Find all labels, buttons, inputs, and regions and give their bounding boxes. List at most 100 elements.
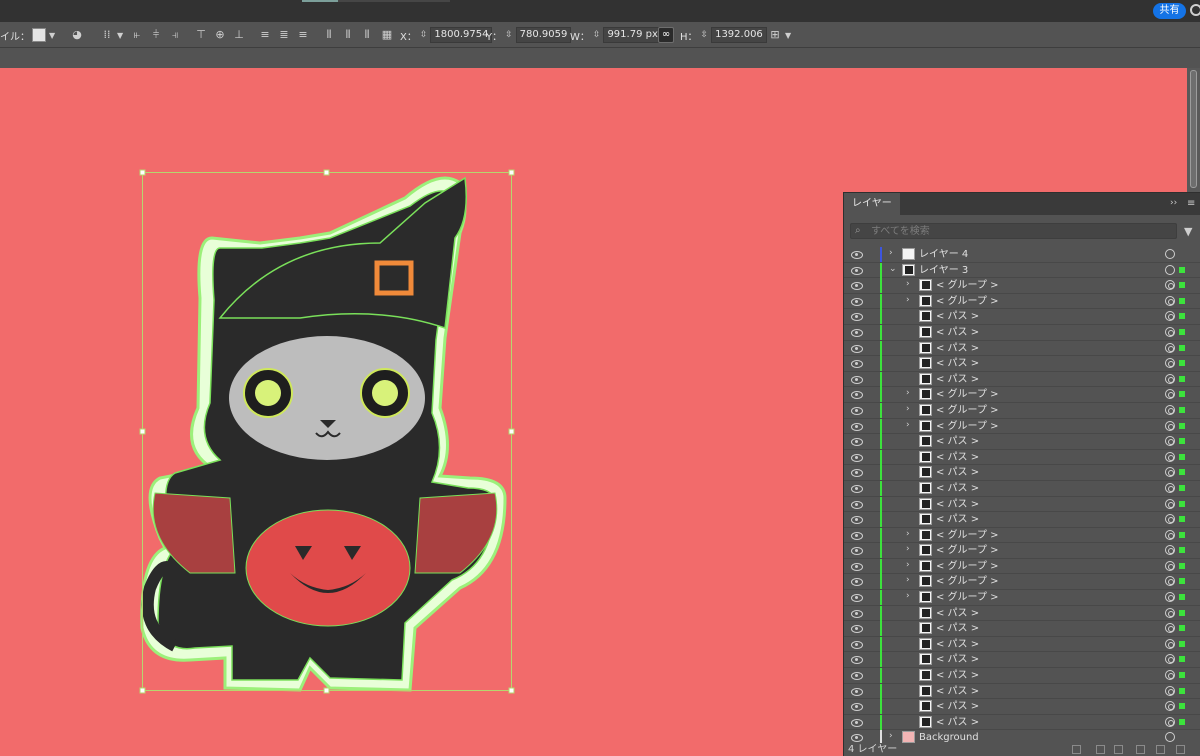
scrollbar-thumb[interactable]: [1190, 70, 1197, 188]
visibility-eye-icon[interactable]: [851, 623, 863, 634]
clipping-mask-icon[interactable]: [1114, 745, 1123, 754]
handle-bottom-left[interactable]: [139, 687, 146, 694]
transform-options[interactable]: ⊞ ▼: [768, 22, 791, 48]
new-sublayer-icon[interactable]: [1136, 745, 1145, 754]
target-circle-icon[interactable]: [1165, 358, 1175, 369]
x-field[interactable]: 1800.9754: [430, 27, 493, 43]
visibility-eye-icon[interactable]: [851, 670, 863, 681]
visibility-eye-icon[interactable]: [851, 327, 863, 337]
visibility-eye-icon[interactable]: [851, 280, 863, 291]
selection-indicator[interactable]: [1179, 328, 1185, 335]
selection-indicator[interactable]: [1179, 313, 1185, 320]
handle-middle-left[interactable]: [139, 428, 146, 435]
layer-row[interactable]: › < グループ >: [844, 278, 1200, 294]
selection-indicator[interactable]: [1179, 406, 1185, 413]
target-circle-icon[interactable]: [1165, 529, 1175, 540]
handle-top-center[interactable]: [323, 169, 330, 176]
target-circle-icon[interactable]: [1165, 342, 1175, 353]
expand-arrow-icon[interactable]: ›: [889, 731, 893, 741]
layer-row[interactable]: < パス >: [844, 324, 1200, 341]
reference-grid-icon[interactable]: ▦: [380, 28, 394, 42]
expand-arrow-icon[interactable]: ›: [906, 279, 910, 289]
delete-layer-icon[interactable]: [1176, 745, 1185, 754]
style-swatch[interactable]: [32, 28, 46, 42]
layer-row[interactable]: › < グループ >: [844, 574, 1200, 591]
layer-row[interactable]: › < グループ >: [844, 387, 1200, 403]
target-circle-icon[interactable]: [1165, 654, 1175, 665]
visibility-eye-icon[interactable]: [851, 483, 863, 493]
style-control[interactable]: イル： ▼: [0, 22, 55, 48]
layer-row[interactable]: › < グループ >: [844, 543, 1200, 559]
distribute-vcenter-icon[interactable]: ≣: [277, 28, 291, 42]
visibility-eye-icon[interactable]: [851, 467, 863, 478]
target-circle-icon[interactable]: [1165, 670, 1175, 681]
layer-row[interactable]: < パス >: [844, 668, 1200, 684]
visibility-eye-icon[interactable]: [851, 405, 863, 415]
target-circle-icon[interactable]: [1165, 311, 1175, 322]
expand-arrow-icon[interactable]: ›: [906, 295, 910, 305]
selection-indicator[interactable]: [1179, 734, 1185, 740]
distribute-top-icon[interactable]: ≡: [258, 28, 272, 42]
layer-row[interactable]: < パス >: [844, 496, 1200, 513]
y-stepper-icon[interactable]: ⇳: [505, 30, 513, 40]
selection-indicator[interactable]: [1179, 625, 1185, 632]
h-field[interactable]: 1392.006: [711, 27, 767, 43]
layer-row[interactable]: › < グループ >: [844, 527, 1200, 544]
visibility-eye-icon[interactable]: [851, 249, 863, 259]
target-circle-icon[interactable]: [1165, 623, 1175, 634]
expand-arrow-icon[interactable]: ›: [906, 404, 910, 414]
target-circle-icon[interactable]: [1165, 373, 1175, 384]
new-layer-icon[interactable]: [1156, 745, 1165, 754]
layer-row[interactable]: < パス >: [844, 636, 1200, 653]
y-field[interactable]: 780.9059: [515, 27, 572, 43]
target-circle-icon[interactable]: [1165, 685, 1175, 696]
layer-row[interactable]: › レイヤー 4: [844, 247, 1200, 263]
handle-bottom-center[interactable]: [323, 687, 330, 694]
target-circle-icon[interactable]: [1165, 451, 1175, 462]
visibility-eye-icon[interactable]: [851, 732, 863, 743]
target-circle-icon[interactable]: [1165, 576, 1175, 587]
chevron-down-icon[interactable]: ▼: [49, 31, 55, 40]
selection-indicator[interactable]: [1179, 594, 1185, 601]
align-top-icon[interactable]: ⊤: [194, 28, 208, 42]
grid-dots-icon[interactable]: ⁞⁞: [100, 28, 114, 42]
layer-row[interactable]: › < グループ >: [844, 402, 1200, 419]
tab-layers[interactable]: レイヤー: [844, 193, 900, 215]
recolor-icon[interactable]: ◕: [70, 22, 84, 48]
layer-row[interactable]: ⌄ レイヤー 3: [844, 262, 1200, 279]
target-circle-icon[interactable]: [1165, 295, 1175, 306]
expand-arrow-icon[interactable]: ›: [889, 248, 893, 258]
selection-indicator[interactable]: [1179, 531, 1185, 538]
transform-reference-icon[interactable]: ▦: [380, 22, 394, 48]
layer-search[interactable]: ⌕: [850, 223, 1177, 239]
collapse-arrow-icon[interactable]: ⌄: [889, 264, 897, 274]
target-circle-icon[interactable]: [1165, 420, 1175, 431]
selection-indicator[interactable]: [1179, 484, 1185, 491]
selection-indicator[interactable]: [1179, 672, 1185, 679]
align-left-icon[interactable]: ⫦: [130, 28, 144, 42]
chevron-down-icon[interactable]: ▼: [785, 31, 791, 40]
distribute-bottom-icon[interactable]: ≡: [296, 28, 310, 42]
document-tab-indicator[interactable]: [302, 0, 338, 2]
layer-search-input[interactable]: [871, 224, 1171, 238]
handle-middle-right[interactable]: [508, 428, 515, 435]
target-circle-icon[interactable]: [1165, 607, 1175, 618]
distribute-right-icon[interactable]: ⦀: [360, 28, 374, 42]
transform-icon[interactable]: ⊞: [768, 28, 782, 42]
visibility-eye-icon[interactable]: [851, 530, 863, 540]
link-icon[interactable]: ∞: [658, 27, 674, 43]
selection-indicator[interactable]: [1179, 375, 1185, 382]
target-circle-icon[interactable]: [1165, 716, 1175, 727]
target-circle-icon[interactable]: [1165, 514, 1175, 525]
selection-indicator[interactable]: [1179, 360, 1185, 367]
target-circle-icon[interactable]: [1165, 436, 1175, 447]
selection-indicator[interactable]: [1179, 656, 1185, 663]
visibility-eye-icon[interactable]: [851, 343, 863, 353]
expand-arrow-icon[interactable]: ›: [906, 575, 910, 585]
handle-top-left[interactable]: [139, 169, 146, 176]
layer-row[interactable]: < パス >: [844, 480, 1200, 497]
layer-row[interactable]: › < グループ >: [844, 590, 1200, 606]
visibility-eye-icon[interactable]: [851, 545, 863, 556]
layer-row[interactable]: < パス >: [844, 371, 1200, 388]
layer-row[interactable]: › < グループ >: [844, 293, 1200, 310]
